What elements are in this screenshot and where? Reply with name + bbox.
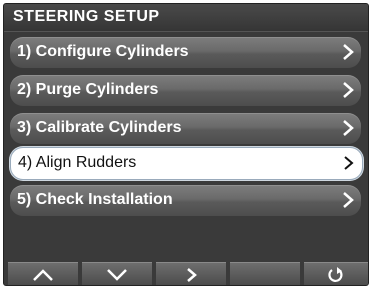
softkey-bar bbox=[4, 262, 368, 285]
title-bar: STEERING SETUP bbox=[4, 4, 368, 32]
menu-item-configure-cylinders[interactable]: 1) Configure Cylinders bbox=[10, 37, 361, 68]
menu-item-label: 4) Align Rudders bbox=[18, 154, 137, 171]
menu-item-label: 3) Calibrate Cylinders bbox=[17, 119, 182, 136]
menu-item-align-rudders[interactable]: 4) Align Rudders bbox=[10, 147, 363, 180]
chevron-right-icon bbox=[344, 156, 354, 170]
chevron-right-icon bbox=[187, 267, 197, 282]
softkey-select-button[interactable] bbox=[156, 262, 226, 285]
menu-item-label: 5) Check Installation bbox=[17, 191, 173, 208]
menu-item-label: 2) Purge Cylinders bbox=[17, 81, 159, 98]
chevron-down-icon bbox=[107, 268, 127, 281]
chevron-right-icon bbox=[343, 44, 354, 60]
menu-item-check-installation[interactable]: 5) Check Installation bbox=[10, 185, 361, 216]
chevron-right-icon bbox=[343, 82, 354, 98]
steering-setup-screen: STEERING SETUP 1) Configure Cylinders 2)… bbox=[3, 3, 369, 286]
page-title: STEERING SETUP bbox=[13, 8, 160, 25]
softkey-down-button[interactable] bbox=[82, 262, 152, 285]
back-icon bbox=[328, 266, 343, 282]
softkey-blank-button[interactable] bbox=[230, 262, 300, 285]
chevron-right-icon bbox=[343, 192, 354, 208]
softkey-up-button[interactable] bbox=[8, 262, 78, 285]
chevron-up-icon bbox=[33, 268, 53, 281]
softkey-back-button[interactable] bbox=[304, 262, 368, 285]
chevron-right-icon bbox=[343, 120, 354, 136]
menu-item-purge-cylinders[interactable]: 2) Purge Cylinders bbox=[10, 75, 361, 106]
menu-item-calibrate-cylinders[interactable]: 3) Calibrate Cylinders bbox=[10, 113, 361, 144]
menu-item-label: 1) Configure Cylinders bbox=[17, 43, 189, 60]
